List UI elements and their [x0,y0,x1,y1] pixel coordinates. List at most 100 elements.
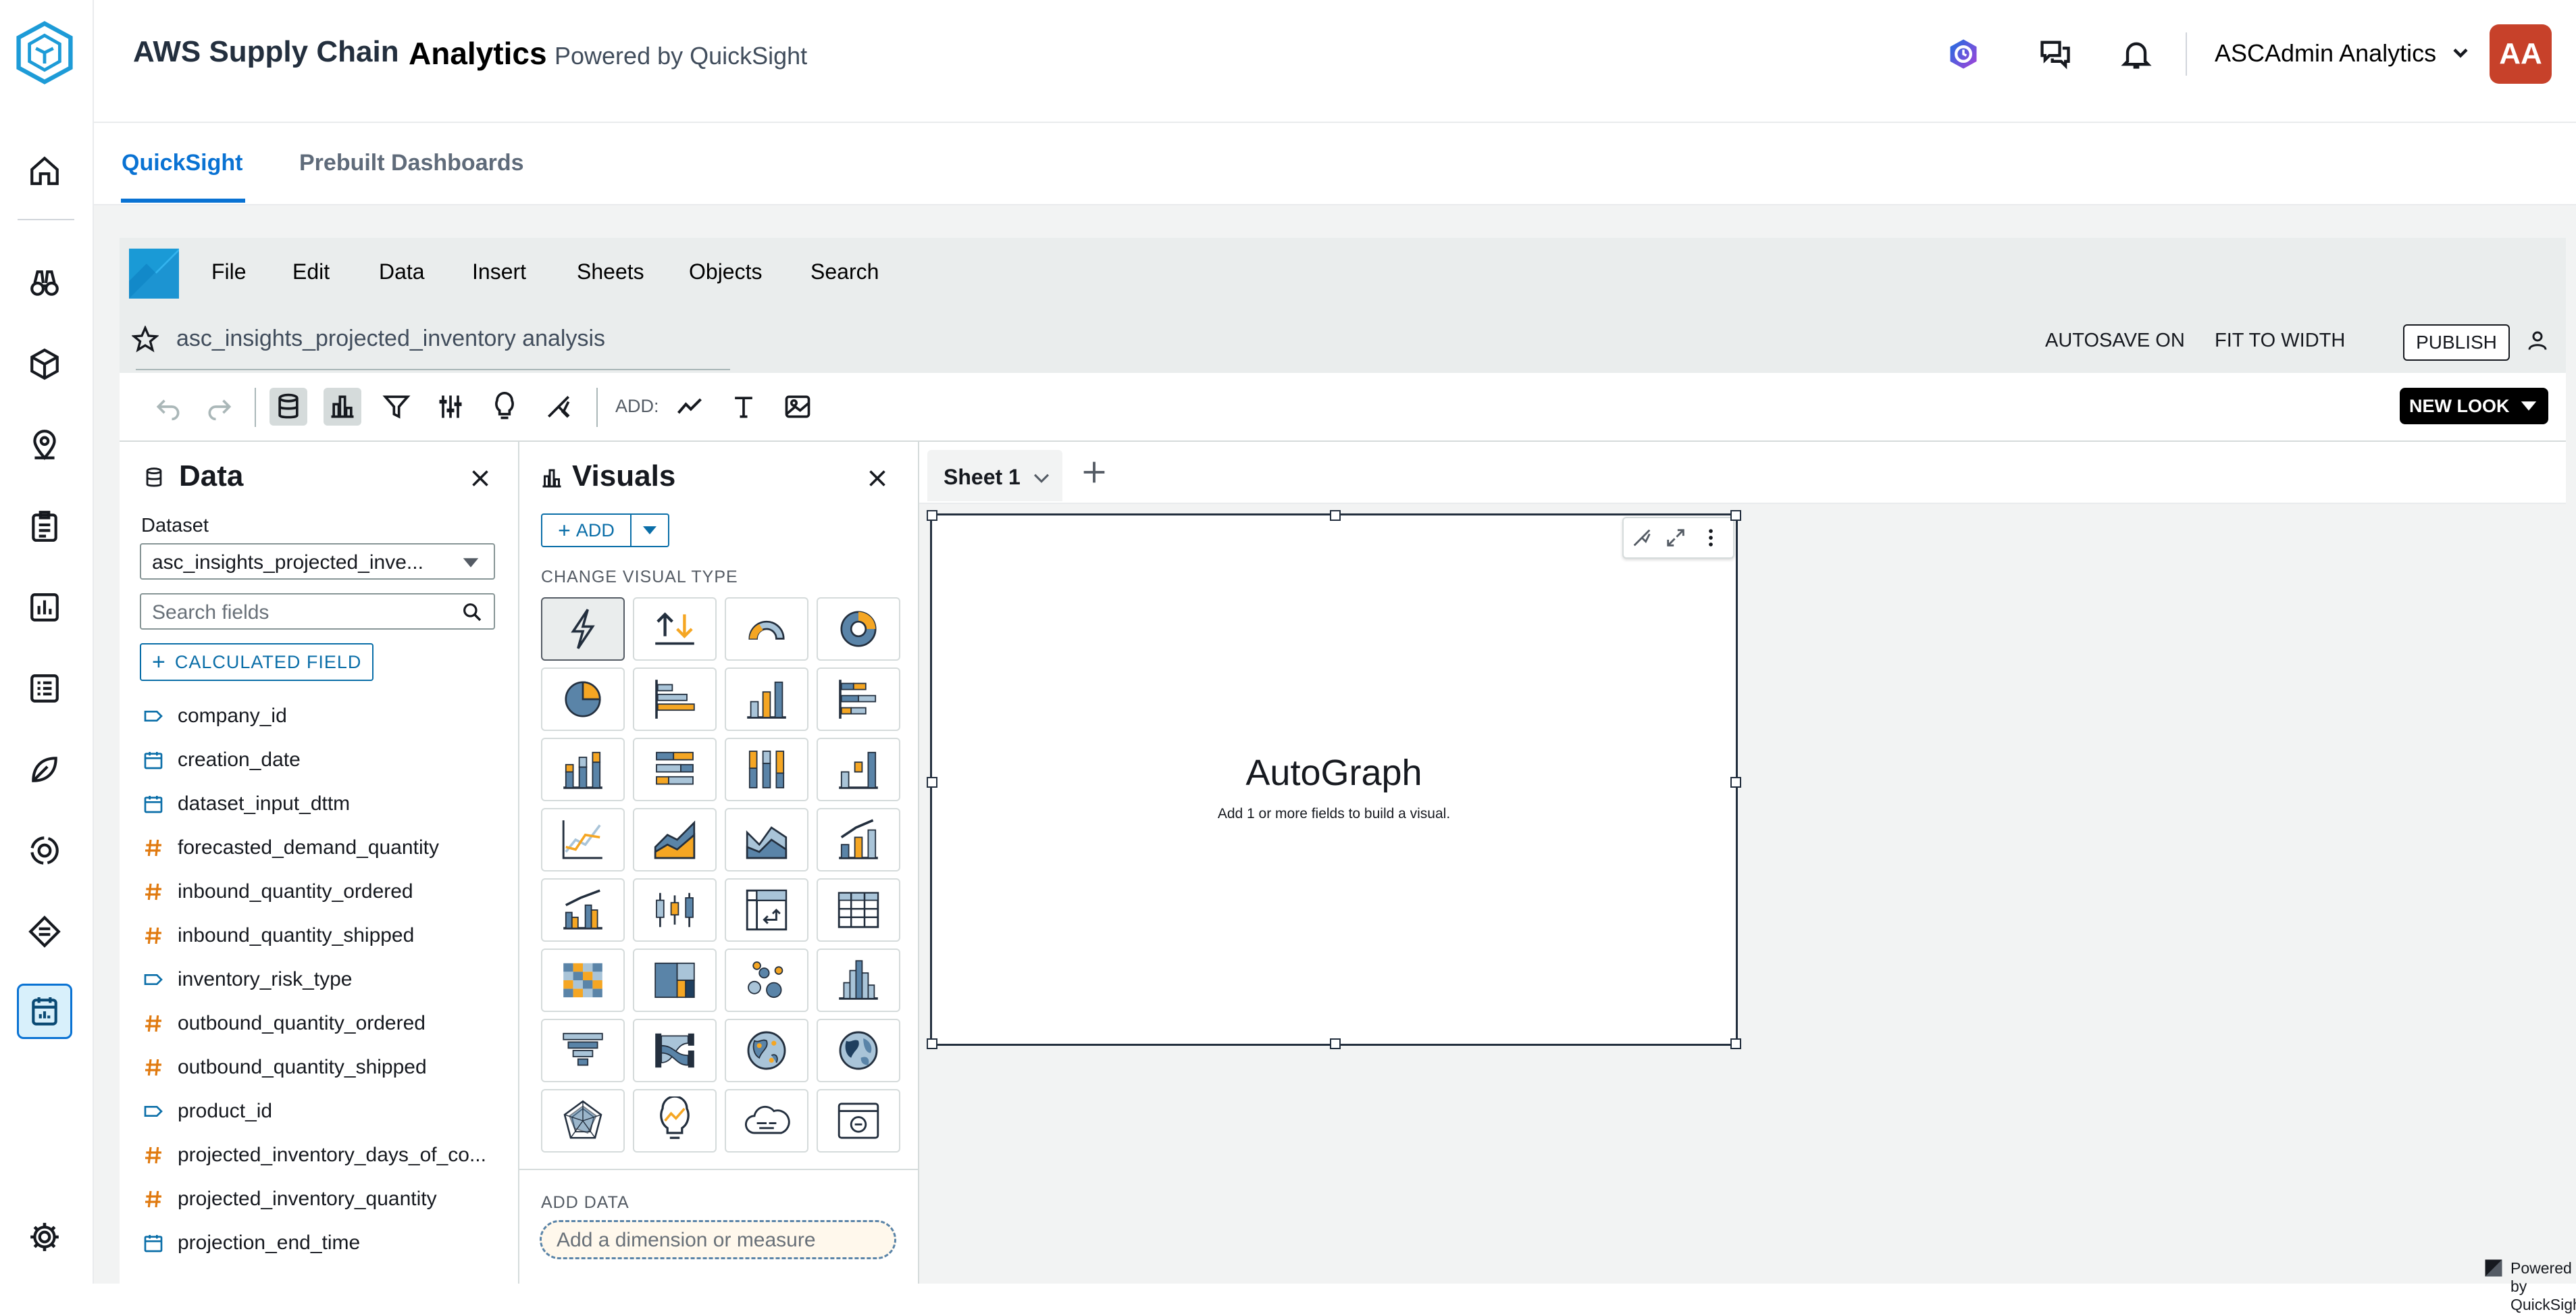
autograph-type-button[interactable] [541,597,625,661]
field-item[interactable]: company_id [140,697,287,735]
chat-bubbles-icon[interactable] [2034,32,2077,76]
field-item[interactable]: projection_end_time [140,1224,360,1262]
resize-handle-bottom[interactable] [1330,1038,1341,1049]
add-text-icon[interactable] [725,388,763,426]
field-item[interactable]: inbound_quantity_ordered [140,873,413,911]
format-visual-small-icon[interactable] [1630,526,1653,549]
custom-visual-type-button[interactable] [817,1089,900,1153]
data-pane-toggle-icon[interactable] [269,388,307,426]
calculated-field-button[interactable]: + CALCULATED FIELD [140,643,373,681]
heat-map-type-button[interactable] [541,949,625,1012]
resize-handle-top-right[interactable] [1730,510,1741,521]
scatter-plot-type-button[interactable] [725,949,808,1012]
field-item[interactable]: dataset_input_dttm [140,785,350,823]
filled-map-type-button[interactable] [817,1019,900,1082]
analytics-calendar-icon[interactable] [17,984,72,1039]
autograph-visual[interactable]: AutoGraph Add 1 or more fields to build … [927,510,1741,1049]
menu-file[interactable]: File [211,259,247,284]
tab-prebuilt-dashboards[interactable]: Prebuilt Dashboards [299,150,524,176]
menu-data[interactable]: Data [379,259,425,284]
resize-handle-left[interactable] [927,777,937,788]
stacked-area-type-button[interactable] [725,808,808,871]
stacked-bar-type-button[interactable] [541,738,625,801]
field-item[interactable]: inbound_quantity_shipped [140,917,414,955]
user-avatar[interactable]: AA [2490,24,2552,84]
box-plot-type-button[interactable] [633,878,717,942]
filter-icon[interactable] [378,388,415,426]
field-item[interactable]: creation_date [140,741,301,779]
publish-button[interactable]: PUBLISH [2403,324,2510,361]
field-item[interactable]: projected_inventory_days_of_co... [140,1136,486,1174]
close-visuals-panel-icon[interactable] [862,463,892,493]
notifications-bell-icon[interactable] [2115,32,2158,76]
resize-handle-top-left[interactable] [927,510,937,521]
autosave-status[interactable]: AUTOSAVE ON [2045,330,2185,352]
menu-objects[interactable]: Objects [689,259,762,284]
clipboard-list-icon[interactable] [17,499,72,554]
visuals-pane-toggle-icon[interactable] [324,388,361,426]
redo-icon[interactable] [201,388,238,426]
word-cloud-type-button[interactable] [725,1089,808,1153]
histogram-type-button[interactable] [817,949,900,1012]
analysis-name-input[interactable]: asc_insights_projected_inventory analysi… [176,326,605,352]
close-data-panel-icon[interactable] [465,463,495,493]
settings-gear-icon[interactable] [17,1209,72,1265]
funnel-type-button[interactable] [541,1019,625,1082]
kpi-type-button[interactable] [633,597,717,661]
sankey-type-button[interactable] [633,1019,717,1082]
pivot-table-type-button[interactable] [725,878,808,942]
resize-handle-right[interactable] [1730,777,1741,788]
binoculars-icon[interactable] [17,255,72,311]
menu-search[interactable]: Search [810,259,879,284]
resize-handle-bottom-left[interactable] [927,1038,937,1049]
field-item[interactable]: forecasted_demand_quantity [140,829,439,867]
field-item[interactable]: outbound_quantity_shipped [140,1048,427,1086]
menu-sheets[interactable]: Sheets [577,259,644,284]
diamond-arrows-icon[interactable] [17,904,72,959]
checklist-icon[interactable] [17,661,72,716]
share-user-icon[interactable] [2525,328,2552,355]
horizontal-bar-type-button[interactable] [633,667,717,731]
chevron-down-icon[interactable] [2448,41,2473,65]
add-visual-dropdown[interactable] [630,513,669,547]
insights-lightbulb-icon[interactable] [486,388,523,426]
field-item[interactable]: inventory_risk_type [140,961,352,999]
fit-to-width-select[interactable]: FIT TO WIDTH [2215,330,2345,352]
more-options-icon[interactable] [1699,526,1722,549]
insight-type-button[interactable] [633,1089,717,1153]
geospatial-map-type-button[interactable] [725,1019,808,1082]
format-visual-icon[interactable] [540,388,577,426]
tab-quicksight[interactable]: QuickSight [122,150,242,176]
resize-handle-top[interactable] [1330,510,1341,521]
user-menu-name[interactable]: ASCAdmin Analytics [2215,39,2436,68]
assistant-hexagon-icon[interactable] [1942,32,1985,76]
location-pin-icon[interactable] [17,418,72,473]
clustered-combo-type-button[interactable] [541,878,625,942]
favorite-star-icon[interactable] [131,325,161,355]
undo-icon[interactable] [149,388,187,426]
horizontal-100-stacked-type-button[interactable] [633,738,717,801]
add-visual-line-icon[interactable] [671,388,709,426]
bar-chart-icon[interactable] [17,580,72,635]
line-chart-type-button[interactable] [541,808,625,871]
sheet-chevron-down-icon[interactable] [1030,466,1053,489]
gauge-type-button[interactable] [725,597,808,661]
parameters-sliders-icon[interactable] [432,388,469,426]
home-icon[interactable] [17,143,72,199]
dataset-select[interactable]: asc_insights_projected_inve... [140,543,495,580]
field-item[interactable]: projected_inventory_quantity [140,1180,437,1218]
field-item[interactable]: product_id [140,1092,272,1130]
package-icon[interactable] [17,336,72,392]
resize-handle-bottom-right[interactable] [1730,1038,1741,1049]
donut-type-button[interactable] [817,597,900,661]
combo-bar-line-type-button[interactable] [817,808,900,871]
area-chart-type-button[interactable] [633,808,717,871]
add-visual-button[interactable]: + ADD [541,513,632,547]
menu-edit[interactable]: Edit [292,259,330,284]
radar-chart-type-button[interactable] [541,1089,625,1153]
search-fields-input[interactable]: Search fields [140,593,495,630]
add-image-icon[interactable] [779,388,817,426]
field-item[interactable]: outbound_quantity_ordered [140,1005,426,1042]
vertical-100-stacked-type-button[interactable] [725,738,808,801]
vertical-bar-type-button[interactable] [725,667,808,731]
